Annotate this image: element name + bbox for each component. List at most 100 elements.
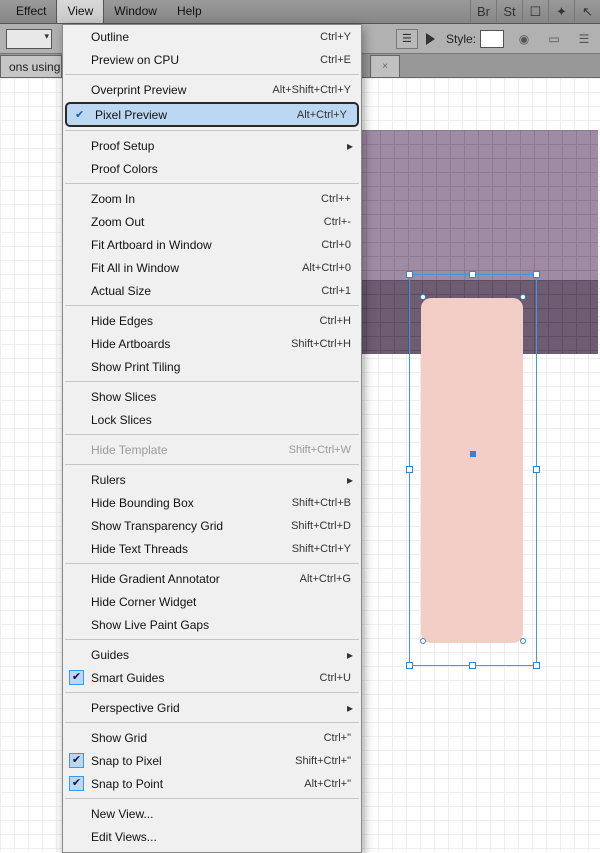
menu-item-hide-edges[interactable]: Hide EdgesCtrl+H bbox=[63, 309, 361, 332]
menu-item-guides[interactable]: Guides bbox=[63, 643, 361, 666]
document-tab[interactable]: ons using Illu bbox=[0, 55, 62, 77]
menu-item-hide-corner-widget[interactable]: Hide Corner Widget bbox=[63, 590, 361, 613]
menu-item-label: Edit Views... bbox=[91, 830, 157, 844]
menu-item-label: Hide Bounding Box bbox=[91, 496, 194, 510]
menu-help[interactable]: Help bbox=[167, 0, 212, 23]
center-point bbox=[470, 451, 476, 457]
menu-item-label: Guides bbox=[91, 648, 129, 662]
menu-item-label: Overprint Preview bbox=[91, 83, 186, 97]
stock-icon[interactable]: St bbox=[496, 0, 522, 23]
handle-bl[interactable] bbox=[406, 662, 413, 669]
menu-item-proof-setup[interactable]: Proof Setup bbox=[63, 134, 361, 157]
menu-item-shortcut: Shift+Ctrl+H bbox=[291, 338, 351, 350]
menu-item-pixel-preview[interactable]: Pixel Preview Alt+Ctrl+Y bbox=[65, 102, 359, 127]
menu-item-hide-gradient-annotator[interactable]: Hide Gradient AnnotatorAlt+Ctrl+G bbox=[63, 567, 361, 590]
menu-item-perspective-grid[interactable]: Perspective Grid bbox=[63, 696, 361, 719]
menu-item-snap-to-pixel[interactable]: Snap to PixelShift+Ctrl+" bbox=[63, 749, 361, 772]
handle-tl[interactable] bbox=[406, 271, 413, 278]
menu-item-label: Perspective Grid bbox=[91, 701, 180, 715]
bounding-box[interactable] bbox=[409, 274, 537, 666]
menu-item-label: Rulers bbox=[91, 473, 126, 487]
handle-tr[interactable] bbox=[533, 271, 540, 278]
handle-ml[interactable] bbox=[406, 466, 413, 473]
tab-label: ons using Illu bbox=[9, 60, 62, 74]
menu-item-label: Show Print Tiling bbox=[91, 360, 180, 374]
menu-item-label: Zoom Out bbox=[91, 215, 144, 229]
menu-item-shortcut: Ctrl+U bbox=[320, 672, 351, 684]
menu-item-shortcut: Ctrl+1 bbox=[321, 285, 351, 297]
menu-item-label: Hide Artboards bbox=[91, 337, 170, 351]
menu-item-shortcut: Shift+Ctrl+" bbox=[295, 755, 351, 767]
menu-item-hide-artboards[interactable]: Hide Artboards Shift+Ctrl+H bbox=[63, 332, 361, 355]
align-icon[interactable]: ☰ bbox=[396, 29, 418, 49]
menu-view[interactable]: View bbox=[56, 0, 104, 23]
menu-item-proof-colors[interactable]: Proof Colors bbox=[63, 157, 361, 180]
anchor-bl[interactable] bbox=[420, 638, 426, 644]
menu-item-shortcut: Shift+Ctrl+W bbox=[289, 444, 351, 456]
menu-item-lock-slices[interactable]: Lock Slices bbox=[63, 408, 361, 431]
menu-item-shortcut: Alt+Ctrl+" bbox=[304, 778, 351, 790]
menu-item-label: Fit Artboard in Window bbox=[91, 238, 212, 252]
menu-item-label: Fit All in Window bbox=[91, 261, 179, 275]
style-label: Style: bbox=[446, 32, 476, 46]
menu-item-label: Show Live Paint Gaps bbox=[91, 618, 209, 632]
handle-br[interactable] bbox=[533, 662, 540, 669]
menu-item-overprint-preview[interactable]: Overprint PreviewAlt+Shift+Ctrl+Y bbox=[63, 78, 361, 101]
menu-item-label: Hide Template bbox=[91, 443, 168, 457]
menu-item-snap-to-point[interactable]: Snap to Point Alt+Ctrl+" bbox=[63, 772, 361, 795]
menu-item-smart-guides[interactable]: Smart Guides Ctrl+U bbox=[63, 666, 361, 689]
menu-item-fit-artboard-in-window[interactable]: Fit Artboard in WindowCtrl+0 bbox=[63, 233, 361, 256]
globe-icon[interactable]: ◉ bbox=[514, 29, 534, 49]
menu-item-show-print-tiling[interactable]: Show Print Tiling bbox=[63, 355, 361, 378]
menu-window[interactable]: Window bbox=[104, 0, 167, 23]
menu-item-label: New View... bbox=[91, 807, 153, 821]
tab-close-peek[interactable]: × bbox=[370, 55, 400, 77]
prefs-icon[interactable]: ☰ bbox=[574, 29, 594, 49]
menu-item-label: Proof Colors bbox=[91, 162, 158, 176]
menu-item-label: Smart Guides bbox=[91, 671, 164, 685]
menu-item-shortcut: Ctrl+H bbox=[320, 315, 351, 327]
menu-item-show-live-paint-gaps[interactable]: Show Live Paint Gaps bbox=[63, 613, 361, 636]
menu-item-outline[interactable]: OutlineCtrl+Y bbox=[63, 25, 361, 48]
menu-item-label: Pixel Preview bbox=[95, 108, 167, 122]
menu-item-rulers[interactable]: Rulers bbox=[63, 468, 361, 491]
menu-item-shortcut: Ctrl++ bbox=[321, 193, 351, 205]
style-swatch[interactable] bbox=[480, 30, 504, 48]
menu-item-shortcut: Ctrl+" bbox=[324, 732, 351, 744]
anchor-tl[interactable] bbox=[420, 294, 426, 300]
doc-setup-icon[interactable]: ▭ bbox=[544, 29, 564, 49]
menu-item-show-slices[interactable]: Show Slices bbox=[63, 385, 361, 408]
menu-item-zoom-in[interactable]: Zoom In Ctrl++ bbox=[63, 187, 361, 210]
menu-item-label: Proof Setup bbox=[91, 139, 154, 153]
bridge-icon[interactable]: Br bbox=[470, 0, 496, 23]
menu-item-show-transparency-grid[interactable]: Show Transparency GridShift+Ctrl+D bbox=[63, 514, 361, 537]
menu-item-hide-bounding-box[interactable]: Hide Bounding BoxShift+Ctrl+B bbox=[63, 491, 361, 514]
touch-icon[interactable]: ↖ bbox=[574, 0, 600, 23]
menu-effect[interactable]: Effect bbox=[6, 0, 56, 23]
menu-item-label: Zoom In bbox=[91, 192, 135, 206]
menu-item-label: Snap to Point bbox=[91, 777, 163, 791]
menu-item-actual-size[interactable]: Actual Size Ctrl+1 bbox=[63, 279, 361, 302]
menu-item-preview-on-cpu[interactable]: Preview on CPUCtrl+E bbox=[63, 48, 361, 71]
menu-item-shortcut: Alt+Ctrl+0 bbox=[302, 262, 351, 274]
anchor-tr[interactable] bbox=[520, 294, 526, 300]
menu-item-zoom-out[interactable]: Zoom OutCtrl+- bbox=[63, 210, 361, 233]
menu-item-label: Actual Size bbox=[91, 284, 151, 298]
menu-item-show-grid[interactable]: Show GridCtrl+" bbox=[63, 726, 361, 749]
menu-item-edit-views[interactable]: Edit Views... bbox=[63, 825, 361, 848]
handle-tm[interactable] bbox=[469, 271, 476, 278]
play-icon[interactable] bbox=[422, 30, 440, 48]
handle-mr[interactable] bbox=[533, 466, 540, 473]
menu-item-new-view[interactable]: New View... bbox=[63, 802, 361, 825]
handle-bm[interactable] bbox=[469, 662, 476, 669]
menu-item-shortcut: Ctrl+E bbox=[320, 54, 351, 66]
menu-item-hide-template: Hide Template Shift+Ctrl+W bbox=[63, 438, 361, 461]
plugin-icon[interactable]: ✦ bbox=[548, 0, 574, 23]
menu-item-hide-text-threads[interactable]: Hide Text ThreadsShift+Ctrl+Y bbox=[63, 537, 361, 560]
anchor-br[interactable] bbox=[520, 638, 526, 644]
menu-item-shortcut: Alt+Ctrl+Y bbox=[297, 109, 347, 121]
view-menu-dropdown: OutlineCtrl+YPreview on CPUCtrl+E Overpri… bbox=[62, 24, 362, 853]
arrange-docs-icon[interactable]: ☐ bbox=[522, 0, 548, 23]
menu-item-fit-all-in-window[interactable]: Fit All in Window Alt+Ctrl+0 bbox=[63, 256, 361, 279]
dropdown-a[interactable] bbox=[6, 29, 52, 49]
